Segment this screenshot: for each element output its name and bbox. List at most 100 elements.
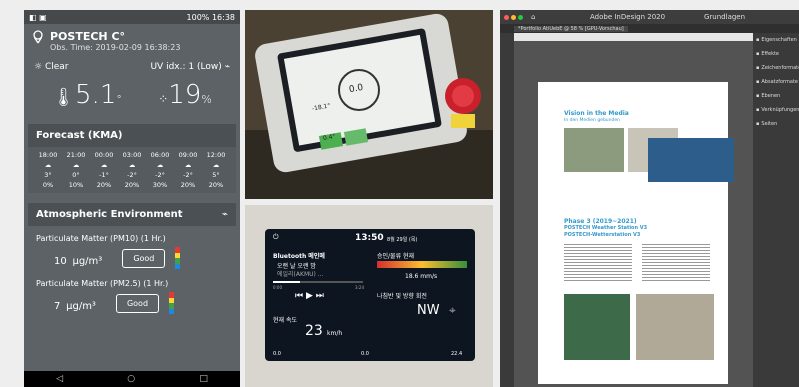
- fc-precip: 10%: [68, 181, 84, 189]
- document-tab[interactable]: *Portfolio AtiUebE @ 58 % [GPU-Vorschau]: [514, 25, 628, 32]
- humidity-unit: %: [201, 93, 212, 106]
- pm25-label: Particulate Matter (PM2.5) (1 Hr.): [36, 279, 169, 288]
- device-photo: -18.1° 0.0 0.4°: [245, 10, 493, 199]
- window-controls[interactable]: [504, 14, 523, 20]
- time-start: 0:00: [273, 285, 282, 290]
- panel-item[interactable]: ▪ Absatzformate: [753, 75, 799, 89]
- pm25-unit: μg/m³: [66, 300, 96, 312]
- forecast-header: Forecast (KMA): [28, 124, 236, 147]
- power-icon[interactable]: ⏻: [273, 233, 279, 242]
- location-pin-icon: [33, 30, 43, 44]
- dist-unit: mm/s: [420, 273, 438, 280]
- fc-precip: 30%: [152, 181, 168, 189]
- document-page[interactable]: Vision in the Media In den Medien gebund…: [538, 82, 734, 384]
- cloud-icon: ☁: [184, 161, 192, 169]
- android-nav-bar: ◁ ○ □: [24, 371, 240, 387]
- pm10-level-indicator: [175, 247, 181, 269]
- media-controls[interactable]: ⏮ ▶ ⏭: [295, 291, 324, 301]
- battery-time: 100% 16:38: [186, 12, 235, 22]
- panel-item[interactable]: ▪ Eigenschaften: [753, 33, 799, 47]
- atmos-header: Atmospheric Environment ⌁: [28, 203, 236, 226]
- bt-label: Bluetooth 메인메: [273, 253, 325, 260]
- speed-unit: km/h: [327, 330, 343, 337]
- cat-label: 승인/물류 현재: [377, 253, 415, 260]
- fc-time: 03:00: [122, 151, 142, 159]
- panel-icon: ▪: [756, 37, 760, 43]
- pm25-status-button[interactable]: Good: [115, 293, 160, 313]
- temperature-value: 5.1: [75, 80, 117, 110]
- panel-label: Ebenen: [761, 93, 781, 99]
- doc-photo-3: [648, 138, 734, 182]
- fc-precip: 20%: [208, 181, 224, 189]
- weather-app-screenshot: ◧ ▣ 100% 16:38 POSTECH C° Obs. Time: 201…: [24, 10, 240, 387]
- atmos-title: Atmospheric Environment: [36, 209, 183, 220]
- fc-temp: -2°: [127, 171, 137, 179]
- chart-icon[interactable]: ⌁: [222, 209, 228, 220]
- tools-panel[interactable]: [500, 33, 514, 387]
- pm10-status-button[interactable]: Good: [122, 248, 166, 268]
- side-panels: ▪ Eigenschaften ▪ Effekte ▪ Zeichenformate ▪ Ab…: [753, 33, 799, 387]
- dash-time: 13:50: [355, 233, 384, 243]
- speed-label: 현재 속도: [273, 317, 297, 324]
- doc-subheading-2: POSTECH Weather Station V3: [564, 225, 648, 231]
- temperature-unit: °: [116, 93, 122, 106]
- panel-label: Absatzformate: [761, 79, 798, 85]
- back-icon[interactable]: ◁: [56, 374, 63, 384]
- condition-label: Clear: [44, 62, 69, 72]
- fc-time: 09:00: [178, 151, 198, 159]
- window-titlebar: ⌂ Adobe InDesign 2020 Grundlagen: [500, 10, 799, 24]
- doc-photo-4: [564, 294, 630, 360]
- fc-time: 12:00: [206, 151, 226, 159]
- doc-subheading-3: POSTECH-Wetterstation V3: [564, 232, 641, 238]
- doc-heading-1: Vision in the Media: [564, 110, 629, 117]
- home-icon[interactable]: ⌂: [531, 13, 535, 21]
- panel-label: Effekte: [761, 51, 780, 57]
- panel-item[interactable]: ▪ Verknüpfungen: [753, 103, 799, 117]
- workspace-switcher[interactable]: Grundlagen: [704, 13, 745, 21]
- dist-value: 18.6 mm/s: [405, 273, 437, 280]
- status-bar: ◧ ▣ 100% 16:38: [24, 10, 240, 24]
- doc-subheading-1: In den Medien gebunden: [564, 118, 620, 123]
- doc-heading-2: Phase 3 (2019~2021): [564, 218, 637, 225]
- doc-text-column-1: [564, 242, 632, 282]
- recents-icon[interactable]: □: [199, 374, 208, 384]
- cloud-icon: ☁: [72, 161, 80, 169]
- bottom-mid-value: 0.0: [361, 351, 369, 357]
- panel-label: Zeichenformate: [761, 65, 799, 71]
- panel-label: Seiten: [761, 121, 778, 127]
- fc-precip: 0%: [42, 181, 54, 189]
- panel-label: Eigenschaften: [761, 37, 797, 43]
- panel-icon: ▪: [756, 79, 760, 85]
- fc-time: 18:00: [38, 151, 58, 159]
- chart-icon[interactable]: ⌁: [225, 62, 230, 72]
- sun-icon: ☼: [34, 62, 43, 72]
- panel-icon: ▪: [756, 93, 760, 99]
- pm10-label: Particulate Matter (PM10) (1 Hr.): [36, 234, 166, 243]
- home-icon[interactable]: ○: [127, 374, 135, 384]
- panel-item[interactable]: ▪ Zeichenformate: [753, 61, 799, 75]
- cloud-icon: ☁: [44, 161, 52, 169]
- panel-item[interactable]: ▪ Seiten: [753, 117, 799, 131]
- fc-temp: 3°: [44, 171, 52, 179]
- cloud-icon: ☁: [128, 161, 136, 169]
- cloud-icon: ☁: [100, 161, 108, 169]
- pm25-level-indicator: [169, 292, 175, 314]
- time-end: 3:24: [355, 285, 364, 290]
- station-title[interactable]: POSTECH C°: [50, 30, 180, 43]
- humidity-icon: ⁘: [158, 92, 169, 106]
- fc-time: 21:00: [66, 151, 86, 159]
- bottom-right-value: 22.4: [451, 351, 463, 357]
- panel-icon: ▪: [756, 107, 760, 113]
- dashboard-photo: 13:50 8월 29일 (목) ⏻ Bluetooth 메인메 오랜 날 오랜…: [245, 205, 493, 387]
- dir-value: NW: [417, 303, 440, 318]
- fc-temp: 5°: [212, 171, 220, 179]
- dashboard-screen: 13:50 8월 29일 (목) ⏻ Bluetooth 메인메 오랜 날 오랜…: [265, 229, 475, 361]
- panel-item[interactable]: ▪ Effekte: [753, 47, 799, 61]
- app-title: Adobe InDesign 2020: [590, 13, 666, 21]
- panel-item[interactable]: ▪ Ebenen: [753, 89, 799, 103]
- doc-text-column-2: [642, 242, 710, 282]
- fc-precip: 20%: [96, 181, 112, 189]
- cloud-icon: ☁: [212, 161, 220, 169]
- playback-progress[interactable]: [273, 281, 363, 283]
- fc-time: 00:00: [94, 151, 114, 159]
